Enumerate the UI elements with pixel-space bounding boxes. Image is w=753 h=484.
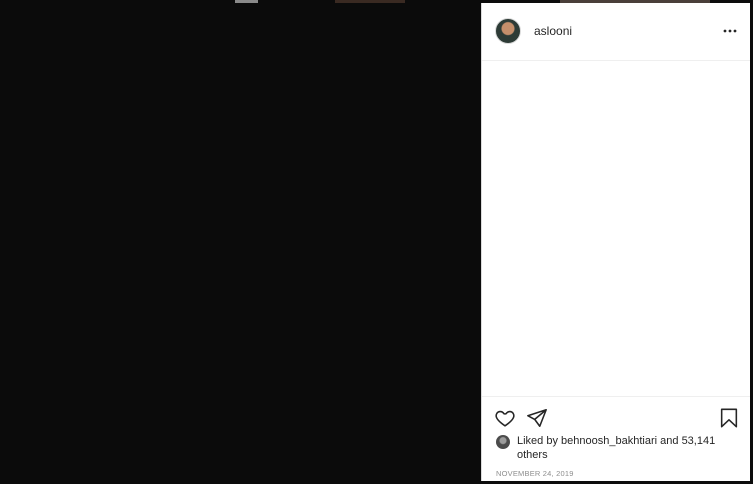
heart-icon[interactable] [494, 407, 516, 429]
divider [482, 396, 750, 397]
more-options-icon[interactable] [722, 23, 738, 39]
thumbnail-edge [335, 0, 405, 3]
liker-avatar[interactable] [496, 435, 510, 449]
post-actions [482, 403, 750, 433]
author-username[interactable]: aslooni [534, 24, 572, 38]
liked-by-text: Liked by behnoosh_bakhtiari and 53,141 o… [517, 434, 727, 462]
liked-by-prefix: Liked by [517, 435, 558, 447]
post-date[interactable]: NOVEMBER 24, 2019 [496, 469, 574, 478]
comments-area [482, 61, 750, 396]
post-header: aslooni [482, 3, 750, 61]
author-avatar[interactable] [495, 18, 521, 44]
post-details-panel: aslooni Liked by behnoosh_bakhtiari and … [481, 3, 750, 481]
share-icon[interactable] [526, 407, 548, 429]
bookmark-icon[interactable] [718, 407, 740, 429]
liker-username[interactable]: behnoosh_bakhtiari [561, 435, 657, 447]
likes-summary: Liked by behnoosh_bakhtiari and 53,141 o… [496, 434, 736, 464]
post-media[interactable] [0, 0, 481, 484]
thumbnail-edge [235, 0, 258, 3]
liked-by-conjunction: and [660, 435, 679, 447]
